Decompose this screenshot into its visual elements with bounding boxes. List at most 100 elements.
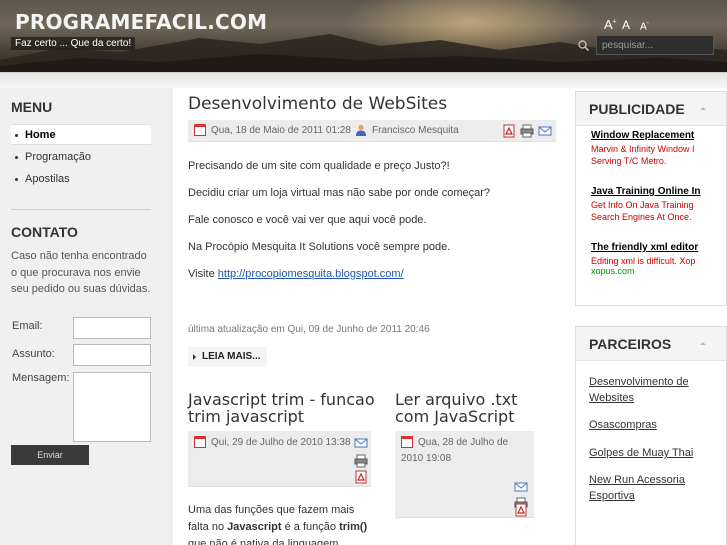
article-date-line1: Qua, 28 de Julho de [418,437,509,448]
search-icon[interactable] [576,38,592,54]
partner-link[interactable]: New Run Acessoria Esportiva [589,472,709,504]
email-icon[interactable] [538,124,552,138]
ad-url[interactable]: xopus.com [591,266,635,276]
article-paragraph: Fale conosco e você vai ver que aqui voc… [188,214,427,226]
excerpt-line: que não é nativa da linguagem. [188,538,342,545]
email-icon[interactable] [514,480,528,494]
article-title-line: Javascript trim - funcao [188,390,375,409]
message-label: Mensagem: [12,372,70,384]
partners-title: PARCEIROS [589,336,672,352]
article-excerpt: Uma das funções que fazem mais falta no … [188,502,367,545]
excerpt-keyword: trim() [339,521,368,533]
excerpt-text: é a função [281,521,340,533]
partner-link[interactable]: Golpes de Muay Thai [589,445,709,461]
contact-text: Caso não tenha encontrado o que procurav… [11,250,151,295]
last-updated: última atualização em Qui, 09 de Junho d… [188,324,430,335]
ad-text: Search Engines At Once. [591,212,692,222]
contact-title: CONTATO [11,224,78,240]
article-title[interactable]: Desenvolvimento de WebSites [188,94,447,114]
ad-text: Serving T/C Metro. [591,156,667,166]
email-icon[interactable] [354,436,368,450]
article-meta-bar: Qui, 29 de Julho de 2010 13:38 [188,431,371,487]
article-title-javascript-trim[interactable]: Javascript trim - funcao trim javascript [188,391,375,425]
article-date: Qui, 29 de Julho de 2010 13:38 [211,437,351,448]
font-decrease-label: A [640,21,647,33]
site-title[interactable]: PROGRAMEFACIL.COM [15,10,267,34]
visit-label: Visite [188,268,215,280]
menu-title: MENU [11,99,53,115]
email-field[interactable] [73,317,151,339]
partner-link-line: Esportiva [589,490,635,502]
article-meta-bar: Qua, 28 de Julho de 2010 19:08 [395,431,534,518]
read-more-button[interactable]: LEIA MAIS... [188,347,267,367]
ad-title[interactable]: Java Training Online In [591,186,727,197]
article-title-ler-arquivo[interactable]: Ler arquivo .txt com JavaScript [395,391,517,425]
article-paragraph: Na Procópio Mesquita It Solutions você s… [188,241,451,253]
excerpt-line: Uma das funções que fazem mais [188,504,355,516]
bullet-icon [15,178,18,181]
ad-text: Marvin & Infinity Window I [591,144,695,154]
menu-item-apostilas[interactable]: Apostilas [11,169,151,190]
arrow-right-icon [193,354,196,360]
pdf-icon[interactable] [354,470,368,484]
ads-box: PUBLICIDADE Window Replacement Marvin & … [575,91,727,306]
print-icon[interactable] [520,124,534,138]
email-label: Email: [12,320,43,332]
menu-item-programacao[interactable]: Programação [11,147,151,168]
article-date-line2: 2010 19:08 [401,453,452,464]
collapse-icon[interactable] [700,107,706,110]
send-button[interactable]: Enviar [11,445,89,465]
font-reset-button[interactable]: A [622,18,630,32]
print-icon[interactable] [354,454,368,468]
article-date: Qua, 18 de Maio de 2011 01:28 [211,125,351,136]
pdf-icon[interactable] [502,124,516,138]
menu-item-label: Apostilas [25,173,70,185]
ad-title[interactable]: The friendly xml editor [591,242,727,253]
partner-link[interactable]: Osascompras [589,417,709,433]
section-divider [11,209,151,210]
ads-box-header: PUBLICIDADE [576,92,726,126]
article-author: Francisco Mesquita [372,125,459,136]
calendar-icon [194,124,206,136]
partner-link-line: New Run Acessoria [589,474,685,486]
blog-link[interactable]: http://procopiomesquita.blogspot.com/ [218,268,404,280]
article-title-line: Ler arquivo .txt [395,390,518,409]
author-icon [356,124,366,136]
ad-title[interactable]: Window Replacement [591,130,727,141]
calendar-icon [194,436,206,448]
header-subbar [0,72,727,88]
font-decrease-mark: - [646,20,650,27]
font-increase-label: A [604,17,613,32]
message-field[interactable] [73,372,151,442]
menu-item-label: Home [25,129,56,141]
menu-item-label: Programação [25,151,92,163]
font-decrease-button[interactable]: A- [640,20,649,32]
collapse-icon[interactable] [700,342,706,345]
pdf-icon[interactable] [514,503,528,517]
partners-box: PARCEIROS Desenvolvimento de Websites Os… [575,326,727,545]
excerpt-keyword: Javascript [227,521,282,533]
partner-link[interactable]: Desenvolvimento de Websites [589,374,709,406]
article-paragraph: Precisando de um site com qualidade e pr… [188,160,450,172]
partners-box-header: PARCEIROS [576,327,726,361]
font-increase-button[interactable]: A+ [604,17,617,32]
subject-label: Assunto: [12,348,55,360]
site-header: PROGRAMEFACIL.COM Faz certo ... Que da c… [0,0,727,72]
article-meta-bar: Qua, 18 de Maio de 2011 01:28 Francisco … [188,120,556,142]
left-sidebar: MENU Home Programação Apostilas CONTATO … [0,88,173,545]
article-title-line: trim javascript [188,407,305,426]
calendar-icon [401,436,413,448]
ad-text: Get Info On Java Training [591,200,694,210]
article-paragraph-visit: Visite http://procopiomesquita.blogspot.… [188,268,404,280]
site-slogan: Faz certo ... Que da certo! [11,37,136,50]
ads-title: PUBLICIDADE [589,101,685,117]
search-input[interactable] [596,35,714,55]
read-more-label: LEIA MAIS... [202,351,261,362]
excerpt-text: falta no [188,521,228,533]
font-increase-mark: + [612,18,617,26]
subject-field[interactable] [73,344,151,366]
partner-link-line: Websites [589,392,635,404]
menu-item-home[interactable]: Home [11,124,151,145]
article-title-line: com JavaScript [395,407,515,426]
article-paragraph: Decidiu criar um loja virtual mas não sa… [188,187,491,199]
